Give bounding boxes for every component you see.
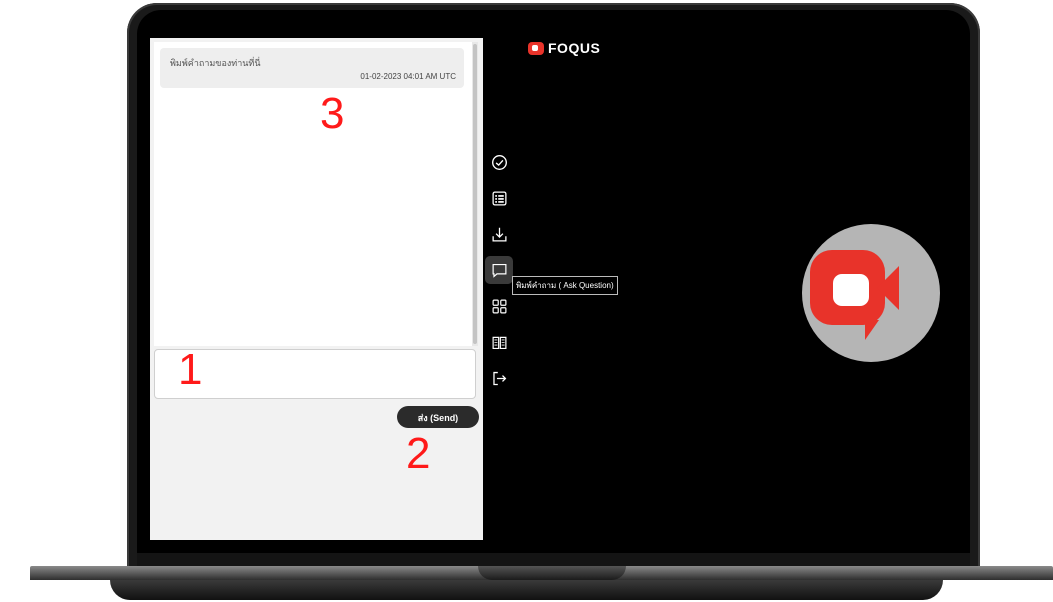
ask-question-tooltip: พิมพ์คำถาม ( Ask Question) xyxy=(512,276,618,295)
annotation-2: 2 xyxy=(406,429,431,478)
camera-lens-shape xyxy=(877,266,899,310)
laptop-base-foot xyxy=(110,580,943,600)
laptop-notch xyxy=(478,566,626,580)
annotation-1: 1 xyxy=(178,345,203,394)
message-text: พิมพ์คำถามของท่านที่นี่ xyxy=(170,58,261,68)
bezel-bottom-strip xyxy=(137,553,970,566)
download-icon[interactable] xyxy=(485,220,513,248)
grid-icon[interactable] xyxy=(485,292,513,320)
speech-tail-shape xyxy=(865,320,879,340)
list-icon[interactable] xyxy=(485,184,513,212)
message-list-scrollbar[interactable] xyxy=(472,42,478,346)
check-circle-icon[interactable] xyxy=(485,148,513,176)
message-card: พิมพ์คำถามของท่านที่นี่ 01-02-2023 04:01… xyxy=(160,48,464,88)
chat-icon[interactable] xyxy=(485,256,513,284)
message-timestamp: 01-02-2023 04:01 AM UTC xyxy=(360,72,456,81)
book-icon[interactable] xyxy=(485,328,513,356)
exit-icon[interactable] xyxy=(485,364,513,392)
logo-text: FOQUS xyxy=(548,40,601,56)
scrollbar-thumb[interactable] xyxy=(473,44,477,344)
logo-camera-icon xyxy=(528,41,544,55)
app-screen: พิมพ์คำถามของท่านที่นี่ 01-02-2023 04:01… xyxy=(150,38,960,540)
annotation-3: 3 xyxy=(320,89,345,138)
message-list[interactable]: พิมพ์คำถามของท่านที่นี่ 01-02-2023 04:01… xyxy=(154,42,476,346)
chat-pane: พิมพ์คำถามของท่านที่นี่ 01-02-2023 04:01… xyxy=(150,38,483,540)
camera-screen-shape xyxy=(833,274,869,306)
foqus-logo: FOQUS xyxy=(528,40,600,56)
send-button[interactable]: ส่ง (Send) xyxy=(397,406,479,428)
